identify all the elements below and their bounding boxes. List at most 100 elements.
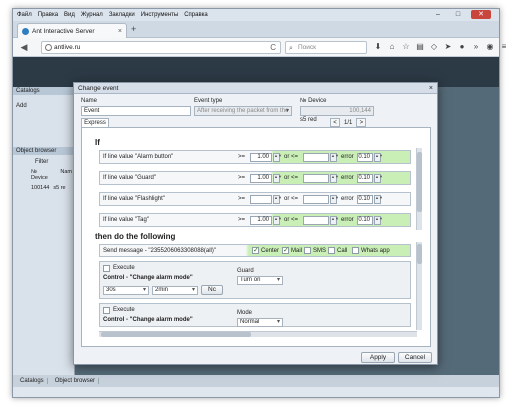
nc-button[interactable]: Nc [201, 285, 223, 295]
execute-checkbox[interactable] [103, 307, 110, 314]
max-value-input[interactable] [303, 195, 329, 204]
scroll-thumb[interactable] [417, 244, 422, 264]
scroll-thumb[interactable] [101, 332, 251, 337]
menu-file[interactable]: Файл [17, 12, 32, 18]
error-input[interactable]: 0.10 [357, 216, 373, 225]
event-type-select[interactable]: After receiving the packet from the [194, 106, 292, 116]
menu-help[interactable]: Справка [184, 12, 208, 18]
filter-label: Filter [35, 159, 49, 165]
time-select-1[interactable]: 30s [103, 286, 149, 295]
error-input[interactable]: 0.10 [357, 153, 373, 162]
left-panel: Catalogs Add Object browser Filter № Dev… [13, 87, 75, 387]
mode-select[interactable]: Normal [237, 318, 283, 327]
min-value-input[interactable] [250, 195, 272, 204]
hamburger-menu-icon[interactable]: ≡ [497, 40, 511, 54]
menu-edit[interactable]: Правка [38, 12, 58, 18]
menu-tools[interactable]: Инструменты [141, 12, 178, 18]
whatsapp-checkbox[interactable] [352, 247, 359, 254]
center-checkbox[interactable] [252, 246, 259, 254]
spinner-icon[interactable]: ▲▼ [330, 195, 339, 204]
guard-label: Guard [237, 268, 254, 274]
pager-prev-button[interactable]: < [330, 118, 340, 127]
bookmark-star-icon[interactable]: ☆ [399, 40, 413, 54]
minimize-icon[interactable]: – [431, 10, 445, 19]
tab-express[interactable]: Express [81, 118, 109, 127]
scroll-thumb[interactable] [417, 152, 422, 212]
back-icon[interactable]: ◀ [17, 40, 31, 54]
device-label: № Device [300, 98, 327, 104]
spinner-icon[interactable]: ▲▼ [330, 153, 339, 162]
whatsapp-label: Whats app [361, 248, 390, 254]
spinner-icon[interactable]: ▲▼ [273, 174, 282, 183]
time-select-2[interactable]: 2min [152, 286, 198, 295]
execute-checkbox[interactable] [103, 265, 110, 272]
then-heading: then do the following [95, 232, 176, 241]
status-tab-catalogs[interactable]: Catalogs [17, 378, 48, 384]
tab-close-icon[interactable]: × [118, 28, 122, 35]
dialog-close-icon[interactable]: × [429, 83, 433, 94]
name-input[interactable]: Event [81, 106, 191, 116]
spinner-icon[interactable]: ▲▼ [273, 153, 282, 162]
col-name: Nam [60, 169, 72, 175]
browser-tab[interactable]: Ant Interactive Server × [17, 23, 127, 38]
home-icon[interactable]: ⌂ [385, 40, 399, 54]
tab-title: Ant Interactive Server [32, 27, 95, 35]
condition-text: If line value "Tag" [103, 217, 149, 223]
maximize-icon[interactable]: □ [451, 10, 465, 19]
actions-scrollbar[interactable] [416, 242, 422, 330]
spinner-icon[interactable]: ▲▼ [330, 216, 339, 225]
apply-button[interactable]: Apply [361, 352, 395, 363]
le-label: or <= [284, 217, 299, 223]
search-input[interactable]: ⌕ Поиск [285, 41, 367, 54]
min-value-input[interactable]: 1.00 [250, 153, 272, 162]
condition-row: If line value "Alarm button" >= 1.00 ▲▼ … [99, 150, 411, 164]
spinner-icon[interactable]: ▲▼ [273, 195, 282, 204]
error-label: error [341, 154, 354, 160]
send-icon[interactable]: ➤ [441, 40, 455, 54]
horizontal-scrollbar[interactable] [99, 331, 417, 337]
sms-checkbox[interactable] [304, 247, 311, 254]
ge-label: >= [238, 217, 246, 223]
le-label: or <= [284, 154, 299, 160]
max-value-input[interactable] [303, 174, 329, 183]
close-window-icon[interactable]: ✕ [471, 10, 491, 19]
url-bar[interactable]: antlive.ru C [41, 41, 281, 54]
row-name: s5 re [53, 185, 66, 191]
status-tab-object-browser[interactable]: Object browser [52, 378, 100, 384]
guard-select[interactable]: Turn on [237, 276, 283, 285]
spinner-icon[interactable]: ▲▼ [374, 174, 383, 183]
max-value-input[interactable] [303, 216, 329, 225]
spinner-icon[interactable]: ▲▼ [374, 153, 383, 162]
add-button[interactable]: Add [13, 95, 74, 117]
min-value-input[interactable]: 1.00 [250, 174, 272, 183]
error-input[interactable]: 0.10 [357, 195, 373, 204]
conditions-scrollbar[interactable] [416, 148, 422, 230]
app-status-bar: Catalogs Object browser [13, 375, 499, 387]
spinner-icon[interactable]: ▲▼ [330, 174, 339, 183]
pocket-icon[interactable]: ◇ [427, 40, 441, 54]
account-icon[interactable]: ◉ [483, 40, 497, 54]
reload-icon[interactable]: C [270, 42, 276, 53]
library-icon[interactable]: ▤ [413, 40, 427, 54]
overflow-icon[interactable]: » [469, 40, 483, 54]
pager-next-button[interactable]: > [356, 118, 367, 127]
spinner-icon[interactable]: ▲▼ [374, 195, 383, 204]
cancel-button[interactable]: Cancel [398, 352, 432, 363]
new-tab-icon[interactable]: + [131, 24, 136, 34]
spinner-icon[interactable]: ▲▼ [374, 216, 383, 225]
menu-bookmarks[interactable]: Закладки [109, 12, 135, 18]
menu-history[interactable]: Журнал [81, 12, 103, 18]
toolbar-icons: ⬇ ⌂ ☆ ▤ ◇ ➤ ● » ◉ ≡ [371, 40, 511, 54]
le-label: or <= [284, 175, 299, 181]
mode-label: Mode [237, 310, 253, 316]
spinner-icon[interactable]: ▲▼ [273, 216, 282, 225]
list-item[interactable]: 100144 s5 re [13, 183, 74, 193]
menu-view[interactable]: Вид [64, 12, 75, 18]
download-icon[interactable]: ⬇ [371, 40, 385, 54]
mail-checkbox[interactable] [282, 246, 289, 254]
error-input[interactable]: 0.10 [357, 174, 373, 183]
addon-icon[interactable]: ● [455, 40, 469, 54]
max-value-input[interactable] [303, 153, 329, 162]
min-value-input[interactable]: 1.00 [250, 216, 272, 225]
call-checkbox[interactable] [328, 247, 335, 254]
